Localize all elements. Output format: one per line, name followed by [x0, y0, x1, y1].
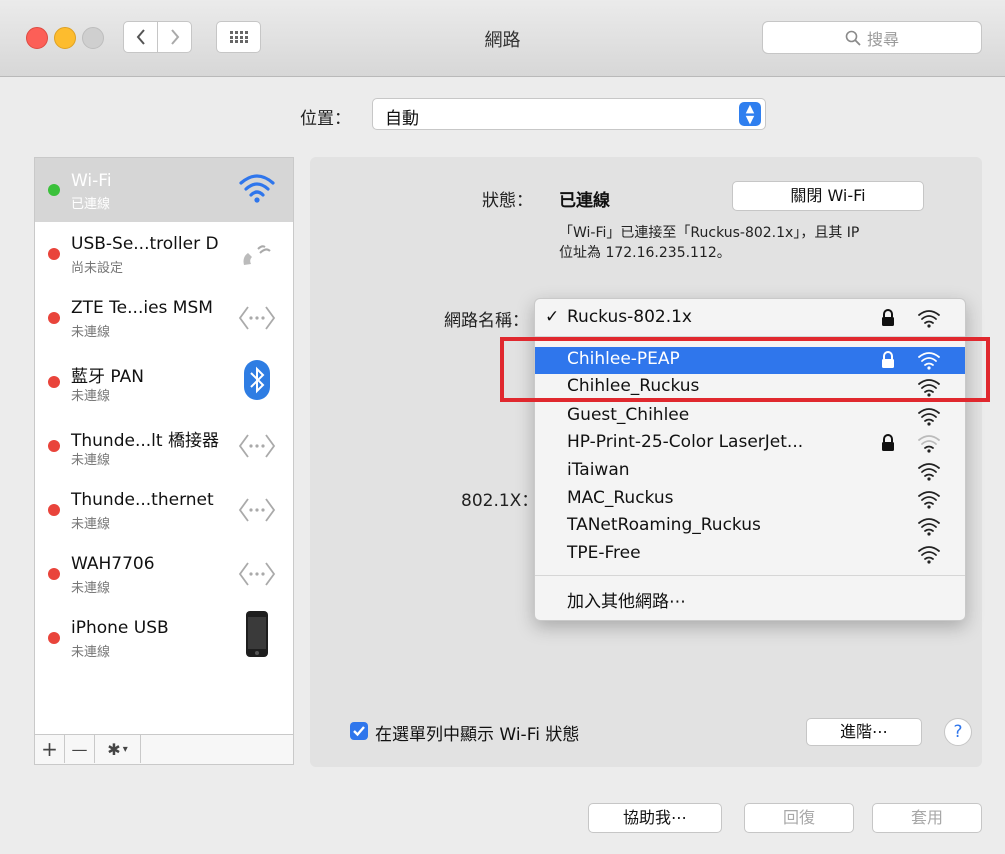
ethernet-arrows-icon [237, 490, 277, 530]
service-name: Wi-Fi [71, 171, 112, 191]
service-name: USB-Se...troller D [71, 234, 219, 254]
wifi-signal-icon [918, 546, 940, 564]
network-name: TPE-Free [567, 543, 641, 563]
wifi-signal-icon [918, 310, 940, 328]
location-select[interactable]: 自動 ▲ ▼ [372, 98, 766, 130]
status-dot [48, 568, 60, 580]
dot1x-label: 802.1X： [461, 491, 539, 511]
wifi-signal-icon [918, 408, 940, 426]
search-icon [845, 30, 861, 46]
wifi-icon [237, 168, 277, 208]
menu-item-tanetroaming-ruckus[interactable]: TANetRoaming_Ruckus [535, 513, 965, 540]
title-bar: 網路 搜尋 [0, 0, 1005, 77]
status-dot [48, 248, 60, 260]
help-button[interactable]: ? [944, 718, 972, 746]
network-name: Ruckus-802.1x [567, 307, 692, 327]
iphone-icon [237, 611, 277, 657]
service-name: Thunde...lt 橋接器 [71, 431, 219, 451]
search-placeholder: 搜尋 [866, 29, 899, 49]
service-list-toolbar: + — ✱ ▾ [34, 735, 294, 765]
service-name: ZTE Te...ies MSM [71, 298, 213, 318]
service-item-iphone-usb[interactable]: iPhone USB 未連線 [35, 606, 293, 670]
menu-item-itaiwan[interactable]: iTaiwan [535, 458, 965, 485]
ethernet-arrows-icon [237, 554, 277, 594]
ethernet-arrows-icon [237, 426, 277, 466]
network-name: iTaiwan [567, 460, 630, 480]
remove-service-button[interactable]: — [65, 735, 95, 763]
menu-item-ruckus-802-1x[interactable]: ✓ Ruckus-802.1x [535, 305, 965, 332]
service-item-wah7706[interactable]: WAH7706 未連線 [35, 542, 293, 606]
highlight-annotation-box [500, 337, 990, 402]
network-name: TANetRoaming_Ruckus [567, 515, 761, 535]
status-dot [48, 504, 60, 516]
gear-icon: ✱ [107, 739, 121, 759]
service-status: 未連線 [71, 389, 111, 404]
service-status: 未連線 [71, 325, 111, 340]
service-item-thunderbolt-bridge[interactable]: Thunde...lt 橋接器 未連線 [35, 414, 293, 478]
menu-item-join-other[interactable]: 加入其他網路⋯ [535, 585, 965, 612]
service-status: 未連線 [71, 581, 111, 596]
service-name: iPhone USB [71, 618, 169, 638]
search-field[interactable]: 搜尋 [762, 21, 982, 54]
status-label: 狀態： [482, 191, 533, 211]
add-service-button[interactable]: + [35, 735, 65, 763]
menu-item-hp-print[interactable]: HP-Print-25-Color LaserJet... [535, 430, 965, 457]
lock-icon [882, 309, 894, 326]
network-name: HP-Print-25-Color LaserJet... [567, 432, 804, 452]
bluetooth-icon [237, 360, 277, 400]
status-dot [48, 184, 60, 196]
status-dot [48, 440, 60, 452]
network-name: MAC_Ruckus [567, 488, 674, 508]
network-name: Guest_Chihlee [567, 405, 690, 425]
join-other-label: 加入其他網路⋯ [567, 592, 686, 612]
status-description-line2: 位址為 172.16.235.112。 [559, 245, 731, 261]
menu-item-tpe-free[interactable]: TPE-Free [535, 541, 965, 568]
lock-icon [882, 434, 894, 451]
menu-item-mac-ruckus[interactable]: MAC_Ruckus [535, 486, 965, 513]
location-value: 自動 [385, 109, 419, 129]
wifi-signal-icon [918, 463, 940, 481]
checkmark-icon [353, 726, 365, 737]
network-name-label: 網路名稱： [444, 311, 529, 331]
service-status: 未連線 [71, 517, 111, 532]
assist-me-button[interactable]: 協助我⋯ [588, 803, 722, 833]
service-item-thunderbolt-ethernet[interactable]: Thunde...thernet 未連線 [35, 478, 293, 542]
location-label: 位置： [300, 109, 351, 129]
service-status: 未連線 [71, 645, 111, 660]
service-item-bluetooth-pan[interactable]: 藍牙 PAN 未連線 [35, 350, 293, 414]
action-menu-button[interactable]: ✱ ▾ [95, 735, 141, 763]
status-description-line1: 「Wi-Fi」已連接至「Ruckus-802.1x」，且其 IP [559, 225, 860, 241]
status-value: 已連線 [559, 191, 610, 211]
service-item-zte[interactable]: ZTE Te...ies MSM 未連線 [35, 286, 293, 350]
turn-off-wifi-button[interactable]: 關閉 Wi-Fi [732, 181, 924, 211]
phone-modem-icon [237, 234, 277, 274]
checkmark-icon: ✓ [545, 307, 560, 327]
status-dot [48, 376, 60, 388]
revert-button[interactable]: 回復 [744, 803, 854, 833]
status-dot [48, 632, 60, 644]
show-wifi-status-label: 在選單列中顯示 Wi-Fi 狀態 [375, 725, 580, 745]
service-name: Thunde...thernet [71, 490, 214, 510]
chevron-down-icon: ▾ [122, 743, 128, 755]
service-status: 尚未設定 [71, 261, 124, 276]
updown-stepper-icon: ▲ ▼ [739, 102, 761, 126]
service-status: 未連線 [71, 453, 111, 468]
menu-divider [535, 575, 965, 576]
service-item-wifi[interactable]: Wi-Fi 已連線 [35, 158, 293, 222]
service-item-usb-serial[interactable]: USB-Se...troller D 尚未設定 [35, 222, 293, 286]
service-name: WAH7706 [71, 554, 155, 574]
show-wifi-status-checkbox[interactable] [350, 722, 368, 740]
service-list: Wi-Fi 已連線 USB-Se...troller D 尚未設定 ZTE Te… [34, 157, 294, 735]
ethernet-arrows-icon [237, 298, 277, 338]
wifi-signal-icon [918, 518, 940, 536]
menu-item-guest-chihlee[interactable]: Guest_Chihlee [535, 403, 965, 430]
apply-button[interactable]: 套用 [872, 803, 982, 833]
service-name: 藍牙 PAN [71, 367, 144, 387]
wifi-signal-icon [918, 491, 940, 509]
wifi-signal-icon [918, 435, 940, 453]
advanced-button[interactable]: 進階⋯ [806, 718, 922, 746]
status-dot [48, 312, 60, 324]
service-status: 已連線 [71, 197, 111, 212]
